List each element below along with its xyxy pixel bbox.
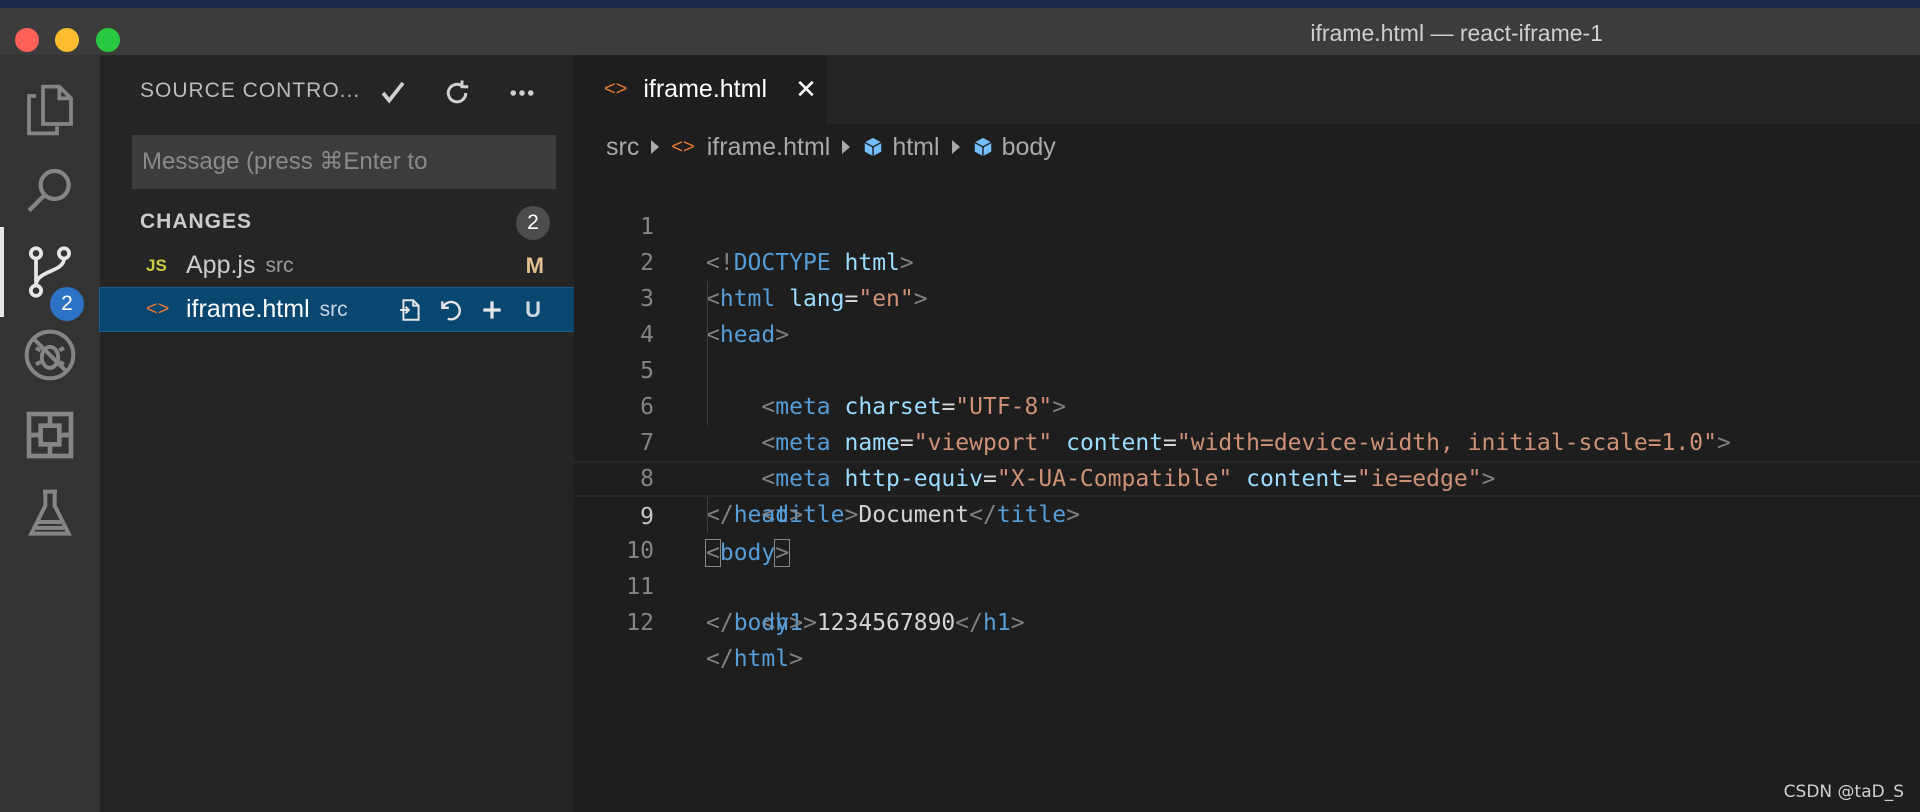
file-status-modified: M xyxy=(525,252,544,278)
code-line: 1 <!DOCTYPE html> xyxy=(574,173,1920,276)
code-line: 2 <html lang="en"> xyxy=(574,209,1920,312)
breadcrumb-symbol-body[interactable]: body xyxy=(972,133,1056,162)
html-file-icon: <> xyxy=(146,298,170,320)
html-file-icon: <> xyxy=(604,78,628,100)
code-editor[interactable]: 1 <!DOCTYPE html> 2 <html lang="en"> 3 <… xyxy=(574,170,1920,812)
commit-message-input[interactable] xyxy=(132,135,556,189)
ellipsis-icon xyxy=(510,90,534,96)
breadcrumb-label: iframe.html xyxy=(706,132,831,161)
breadcrumb-label: body xyxy=(1001,132,1056,161)
breadcrumb-symbol-html[interactable]: html xyxy=(862,132,940,162)
debug-icon xyxy=(24,329,76,381)
open-file-icon xyxy=(400,299,420,321)
code-line: 5 <meta name="viewport" content="width=d… xyxy=(574,317,1920,456)
tab-iframe-html[interactable]: <> iframe.html ✕ xyxy=(574,55,826,124)
breadcrumb-label: html xyxy=(892,132,940,161)
files-icon xyxy=(27,84,73,136)
changes-section-header[interactable]: CHANGES xyxy=(140,210,252,234)
code-line: 8 </head> xyxy=(574,425,1920,528)
breadcrumb: src <> iframe.html html body xyxy=(574,124,1920,170)
symbol-cube-icon xyxy=(973,137,992,157)
close-tab-button[interactable]: ✕ xyxy=(792,75,820,103)
chevron-right-icon xyxy=(651,140,660,154)
code-line: 10 <h1>1234567890</h1> xyxy=(574,497,1920,636)
source-control-panel: SOURCE CONTRO... CHANGES 2 JS App.js src… xyxy=(99,55,575,812)
discard-icon xyxy=(441,300,461,321)
code-line: 11 </body> xyxy=(574,533,1920,636)
minimize-window-button[interactable] xyxy=(55,28,79,52)
file-directory: src xyxy=(265,253,294,277)
activity-testing[interactable] xyxy=(0,465,100,565)
changes-count-badge: 2 xyxy=(516,206,550,240)
code-text: </html> xyxy=(706,646,803,672)
file-status-untracked: U xyxy=(525,296,541,322)
breadcrumb-folder[interactable]: src xyxy=(606,133,639,162)
panel-title: SOURCE CONTRO... xyxy=(140,79,361,102)
code-line: 4 <meta charset="UTF-8"> xyxy=(574,281,1920,420)
chevron-right-icon xyxy=(842,140,851,154)
javascript-file-icon: JS xyxy=(146,255,167,275)
title-bar: iframe.html — react-iframe-1 xyxy=(0,0,1920,55)
code-line: 7 <title>Document</title> xyxy=(574,389,1920,528)
code-line: 3 <head> xyxy=(574,245,1920,348)
file-directory: src xyxy=(319,297,348,321)
search-icon xyxy=(27,168,71,213)
commit-button[interactable] xyxy=(373,73,413,113)
change-item-iframe-html[interactable]: <> iframe.html src U xyxy=(99,287,575,332)
chevron-right-icon xyxy=(951,140,960,154)
code-line-current: 9 <body> xyxy=(574,461,1920,567)
activity-bar: 2 xyxy=(0,55,100,812)
tab-label: iframe.html xyxy=(643,75,767,103)
refresh-icon xyxy=(446,80,469,104)
code-line: 12 </html> xyxy=(574,569,1920,672)
more-actions-button[interactable] xyxy=(502,73,542,113)
change-item-app-js[interactable]: JS App.js src M xyxy=(100,244,574,287)
code-text: </body> xyxy=(706,610,803,636)
refresh-button[interactable] xyxy=(437,73,477,113)
line-number: 12 xyxy=(626,610,654,636)
discard-changes-button[interactable] xyxy=(436,295,466,325)
flask-icon xyxy=(28,489,72,536)
html-file-icon: <> xyxy=(671,135,695,158)
window-title: iframe.html — react-iframe-1 xyxy=(1310,20,1603,46)
extensions-icon xyxy=(26,411,74,459)
stage-changes-button[interactable] xyxy=(477,295,507,325)
open-file-button[interactable] xyxy=(396,295,426,325)
maximize-window-button[interactable] xyxy=(96,28,120,52)
close-window-button[interactable] xyxy=(15,28,39,52)
plus-icon xyxy=(483,301,501,319)
watermark: CSDN @taD_S xyxy=(1783,782,1904,802)
checkmark-icon xyxy=(381,81,405,104)
file-name: iframe.html xyxy=(186,295,310,323)
symbol-cube-icon xyxy=(864,137,882,157)
code-line: 6 <meta http-equiv="X-UA-Compatible" con… xyxy=(574,353,1920,492)
file-name: App.js xyxy=(186,251,256,279)
breadcrumb-label: src xyxy=(606,132,640,161)
editor-tab-bar: <> iframe.html ✕ xyxy=(574,55,1920,124)
breadcrumb-file[interactable]: <> iframe.html xyxy=(671,133,830,162)
